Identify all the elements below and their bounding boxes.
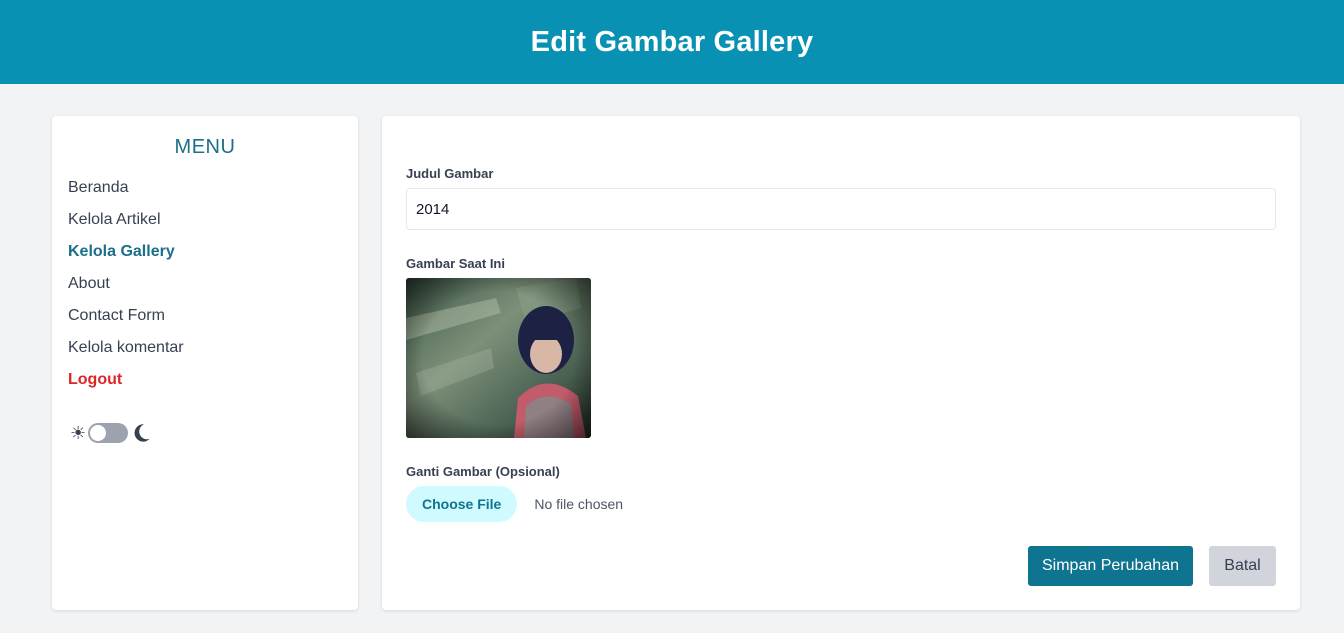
sidebar-item-kelola-gallery[interactable]: Kelola Gallery — [68, 240, 184, 272]
cancel-button[interactable]: Batal — [1209, 546, 1276, 586]
sidebar-item-about[interactable]: About — [68, 272, 184, 304]
sidebar-menu: Beranda Kelola Artikel Kelola Gallery Ab… — [68, 176, 184, 400]
page-header: Edit Gambar Gallery — [0, 0, 1344, 84]
menu-heading: MENU — [174, 136, 236, 158]
sidebar-item-contact-form[interactable]: Contact Form — [68, 304, 184, 336]
sidebar-item-beranda[interactable]: Beranda — [68, 176, 184, 208]
file-status-text: No file chosen — [534, 496, 624, 512]
page-title: Edit Gambar Gallery — [530, 25, 814, 58]
theme-toggle: ☀ — [70, 422, 152, 444]
current-image-label: Gambar Saat Ini — [406, 256, 505, 271]
save-changes-button[interactable]: Simpan Perubahan — [1028, 546, 1193, 586]
moon-icon — [130, 422, 152, 444]
switch-knob — [90, 425, 107, 441]
replace-image-label: Ganti Gambar (Opsional) — [406, 464, 560, 479]
sidebar: MENU Beranda Kelola Artikel Kelola Galle… — [52, 116, 358, 610]
sidebar-item-kelola-komentar[interactable]: Kelola komentar — [68, 336, 184, 368]
sidebar-item-logout[interactable]: Logout — [68, 368, 184, 400]
title-input[interactable] — [406, 188, 1276, 230]
choose-file-button[interactable]: Choose File — [406, 486, 518, 522]
title-label: Judul Gambar — [406, 166, 494, 181]
file-input: Choose File No file chosen — [406, 486, 623, 522]
sun-icon: ☀ — [70, 423, 87, 443]
sidebar-item-kelola-artikel[interactable]: Kelola Artikel — [68, 208, 184, 240]
dark-mode-switch[interactable] — [88, 423, 129, 443]
current-image — [406, 278, 591, 438]
edit-form-panel: Judul Gambar Gambar Saat Ini — [382, 116, 1300, 610]
